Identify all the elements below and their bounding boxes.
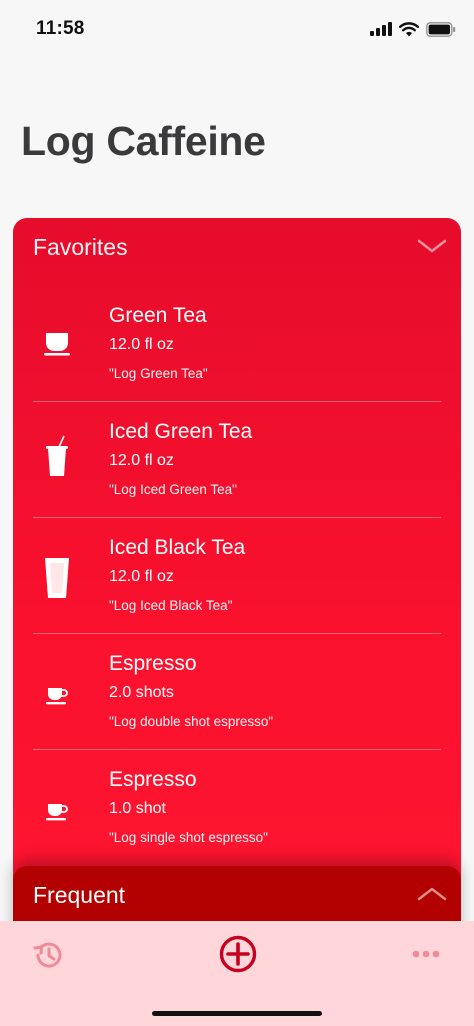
- battery-icon: [426, 21, 456, 37]
- tab-bar: [0, 921, 474, 1026]
- status-bar: 11:58: [0, 0, 474, 56]
- espresso-cup-icon: [39, 786, 75, 838]
- iced-cup-straw-icon: [39, 430, 75, 482]
- favorite-phrase: "Log double shot espresso": [109, 714, 274, 729]
- home-indicator: [152, 1011, 322, 1016]
- favorites-card: Favorites Green Tea 12.0 fl oz "Log Gree…: [13, 218, 461, 938]
- favorite-amount: 2.0 shots: [109, 684, 174, 701]
- favorites-list: Green Tea 12.0 fl oz "Log Green Tea" Ice…: [33, 286, 441, 866]
- status-icons: [370, 19, 456, 39]
- teacup-icon: [39, 318, 75, 370]
- favorite-item[interactable]: Espresso 1.0 shot "Log single shot espre…: [33, 750, 441, 866]
- chevron-down-icon[interactable]: [417, 238, 447, 254]
- page-title: Log Caffeine: [21, 118, 266, 164]
- favorite-amount: 12.0 fl oz: [109, 336, 174, 353]
- favorite-amount: 1.0 shot: [109, 800, 166, 817]
- favorite-phrase: "Log Iced Green Tea": [109, 482, 237, 497]
- espresso-cup-icon: [39, 670, 75, 722]
- add-circle-icon[interactable]: [219, 935, 257, 973]
- favorite-name: Green Tea: [109, 304, 207, 327]
- favorites-header[interactable]: Favorites: [13, 218, 461, 276]
- favorite-phrase: "Log Green Tea": [109, 366, 208, 381]
- status-time: 11:58: [36, 18, 85, 39]
- tall-glass-icon: [39, 552, 75, 604]
- favorite-item[interactable]: Espresso 2.0 shots "Log double shot espr…: [33, 634, 441, 750]
- favorite-name: Iced Black Tea: [109, 536, 246, 559]
- favorite-phrase: "Log single shot espresso": [109, 830, 268, 845]
- favorite-name: Espresso: [109, 652, 197, 675]
- favorite-amount: 12.0 fl oz: [109, 452, 174, 469]
- favorite-phrase: "Log Iced Black Tea": [109, 598, 233, 613]
- favorites-label: Favorites: [33, 234, 128, 260]
- favorite-item[interactable]: Iced Black Tea 12.0 fl oz "Log Iced Blac…: [33, 518, 441, 634]
- favorite-item[interactable]: Green Tea 12.0 fl oz "Log Green Tea": [33, 286, 441, 402]
- favorite-amount: 12.0 fl oz: [109, 568, 174, 585]
- favorite-name: Espresso: [109, 768, 197, 791]
- signal-icon: [370, 22, 392, 36]
- more-icon[interactable]: [412, 947, 440, 961]
- frequent-label: Frequent: [33, 882, 126, 908]
- favorite-item[interactable]: Iced Green Tea 12.0 fl oz "Log Iced Gree…: [33, 402, 441, 518]
- chevron-up-icon[interactable]: [417, 886, 447, 902]
- wifi-icon: [399, 21, 419, 36]
- favorite-name: Iced Green Tea: [109, 420, 253, 443]
- history-icon[interactable]: [32, 939, 64, 971]
